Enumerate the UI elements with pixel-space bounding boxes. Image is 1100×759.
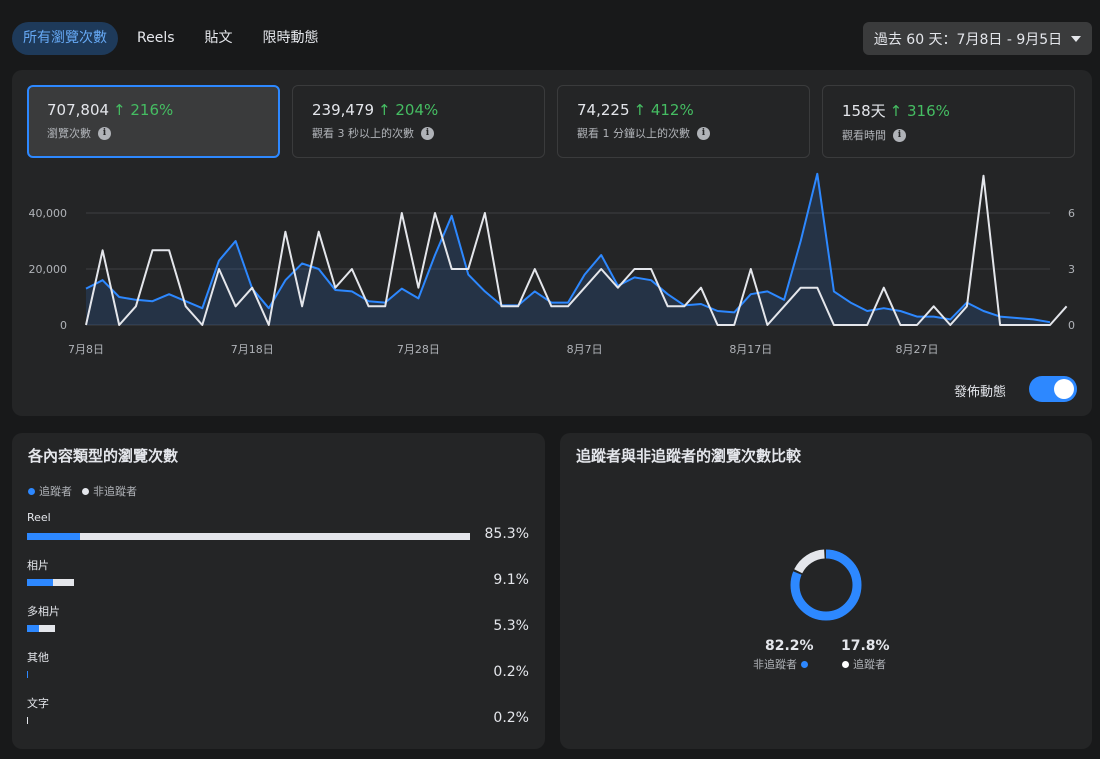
- follower-segment: [27, 671, 29, 678]
- followers-percent: 17.8%: [841, 638, 890, 654]
- bar-percent: 0.2%: [493, 710, 529, 726]
- legend: 追蹤者 非追蹤者: [28, 483, 137, 499]
- bar-percent: 85.3%: [484, 526, 529, 542]
- non-followers-percent: 82.2%: [765, 638, 814, 654]
- non-follower-dot-icon: [82, 487, 89, 495]
- bar-percent: 5.3%: [493, 618, 529, 634]
- y-tick-label: 0: [60, 319, 67, 332]
- follower-segment: [27, 625, 40, 632]
- legend-non-followers: 非追蹤者: [93, 485, 137, 498]
- followers-label-text: 追蹤者: [853, 658, 886, 671]
- y-tick-label: 40,000: [29, 207, 68, 220]
- non-follower-dot-icon: [801, 660, 808, 668]
- bar-percent: 9.1%: [493, 572, 529, 588]
- non-followers-label-text: 非追蹤者: [753, 658, 797, 671]
- x-tick-label: 7月28日: [397, 343, 440, 356]
- caret-down-icon: [1071, 35, 1082, 42]
- non-follower-segment: [80, 533, 470, 540]
- bar-label: Reel: [27, 511, 51, 524]
- donut-ring: [790, 549, 862, 621]
- bar-label: 文字: [27, 697, 49, 710]
- content-type-bar[interactable]: [27, 671, 29, 678]
- follower-dot-icon: [842, 660, 849, 668]
- non-follower-segment: [52, 579, 75, 586]
- content-type-bar[interactable]: [27, 625, 55, 632]
- y-tick-label: 20,000: [29, 263, 68, 276]
- view-tabs: 所有瀏覽次數 Reels 貼文 限時動態: [12, 22, 338, 55]
- followers-comparison-panel: 追蹤者與非追蹤者的瀏覽次數比較 82.2% 非追蹤者 17.8% 追蹤者: [560, 433, 1092, 749]
- date-range-label: 過去 60 天：7月8日 - 9月5日: [873, 31, 1063, 48]
- x-tick-label: 8月7日: [567, 343, 603, 356]
- panel-title: 各內容類型的瀏覽次數: [28, 447, 179, 465]
- content-type-panel: 各內容類型的瀏覽次數 追蹤者 非追蹤者 Reel 85.3% 相片 9.1% 多相片 5.…: [12, 433, 545, 749]
- bar-percent: 0.2%: [493, 664, 529, 680]
- views-line-chart[interactable]: 0 20,000 40,000 0 3 6 7月8日 7月18日 7月28日 8月7日 8月17日 8…: [12, 70, 1092, 370]
- views-overview-panel: 707,804 ↑ 216% 瀏覽次數 i 239,479 ↑ 204% 觀看 3 秒…: [12, 70, 1092, 416]
- legend-followers: 追蹤者: [39, 485, 72, 498]
- follower-segment: [27, 717, 29, 724]
- tab-posts[interactable]: 貼文: [194, 22, 244, 55]
- bar-label: 相片: [27, 559, 49, 572]
- x-tick-label: 8月27日: [896, 343, 939, 356]
- publish-toggle[interactable]: [1029, 376, 1077, 402]
- y2-tick-label: 6: [1068, 207, 1075, 220]
- non-follower-segment: [39, 625, 55, 632]
- bar-label: 多相片: [27, 605, 60, 618]
- date-range-dropdown[interactable]: 過去 60 天：7月8日 - 9月5日: [863, 22, 1092, 55]
- content-type-bar[interactable]: [27, 717, 29, 724]
- follower-dot-icon: [28, 487, 35, 495]
- x-tick-label: 7月18日: [231, 343, 274, 356]
- x-tick-label: 7月8日: [68, 343, 104, 356]
- tab-reels[interactable]: Reels: [126, 22, 186, 55]
- follower-segment: [27, 533, 81, 540]
- bar-label: 其他: [27, 651, 49, 664]
- toggle-label: 發佈動態: [954, 385, 1007, 400]
- x-tick-label: 8月17日: [729, 343, 772, 356]
- tab-stories[interactable]: 限時動態: [252, 22, 330, 55]
- toggle-knob: [1054, 379, 1074, 399]
- followers-label: 追蹤者: [842, 656, 886, 672]
- non-followers-label: 非追蹤者: [753, 656, 808, 672]
- content-type-bar[interactable]: [27, 533, 470, 540]
- followers-donut-chart[interactable]: [560, 433, 1092, 749]
- content-type-bar[interactable]: [27, 579, 75, 586]
- follower-segment: [27, 579, 53, 586]
- tab-all-views[interactable]: 所有瀏覽次數: [12, 22, 118, 55]
- y2-tick-label: 3: [1068, 263, 1075, 276]
- y2-tick-label: 0: [1068, 319, 1075, 332]
